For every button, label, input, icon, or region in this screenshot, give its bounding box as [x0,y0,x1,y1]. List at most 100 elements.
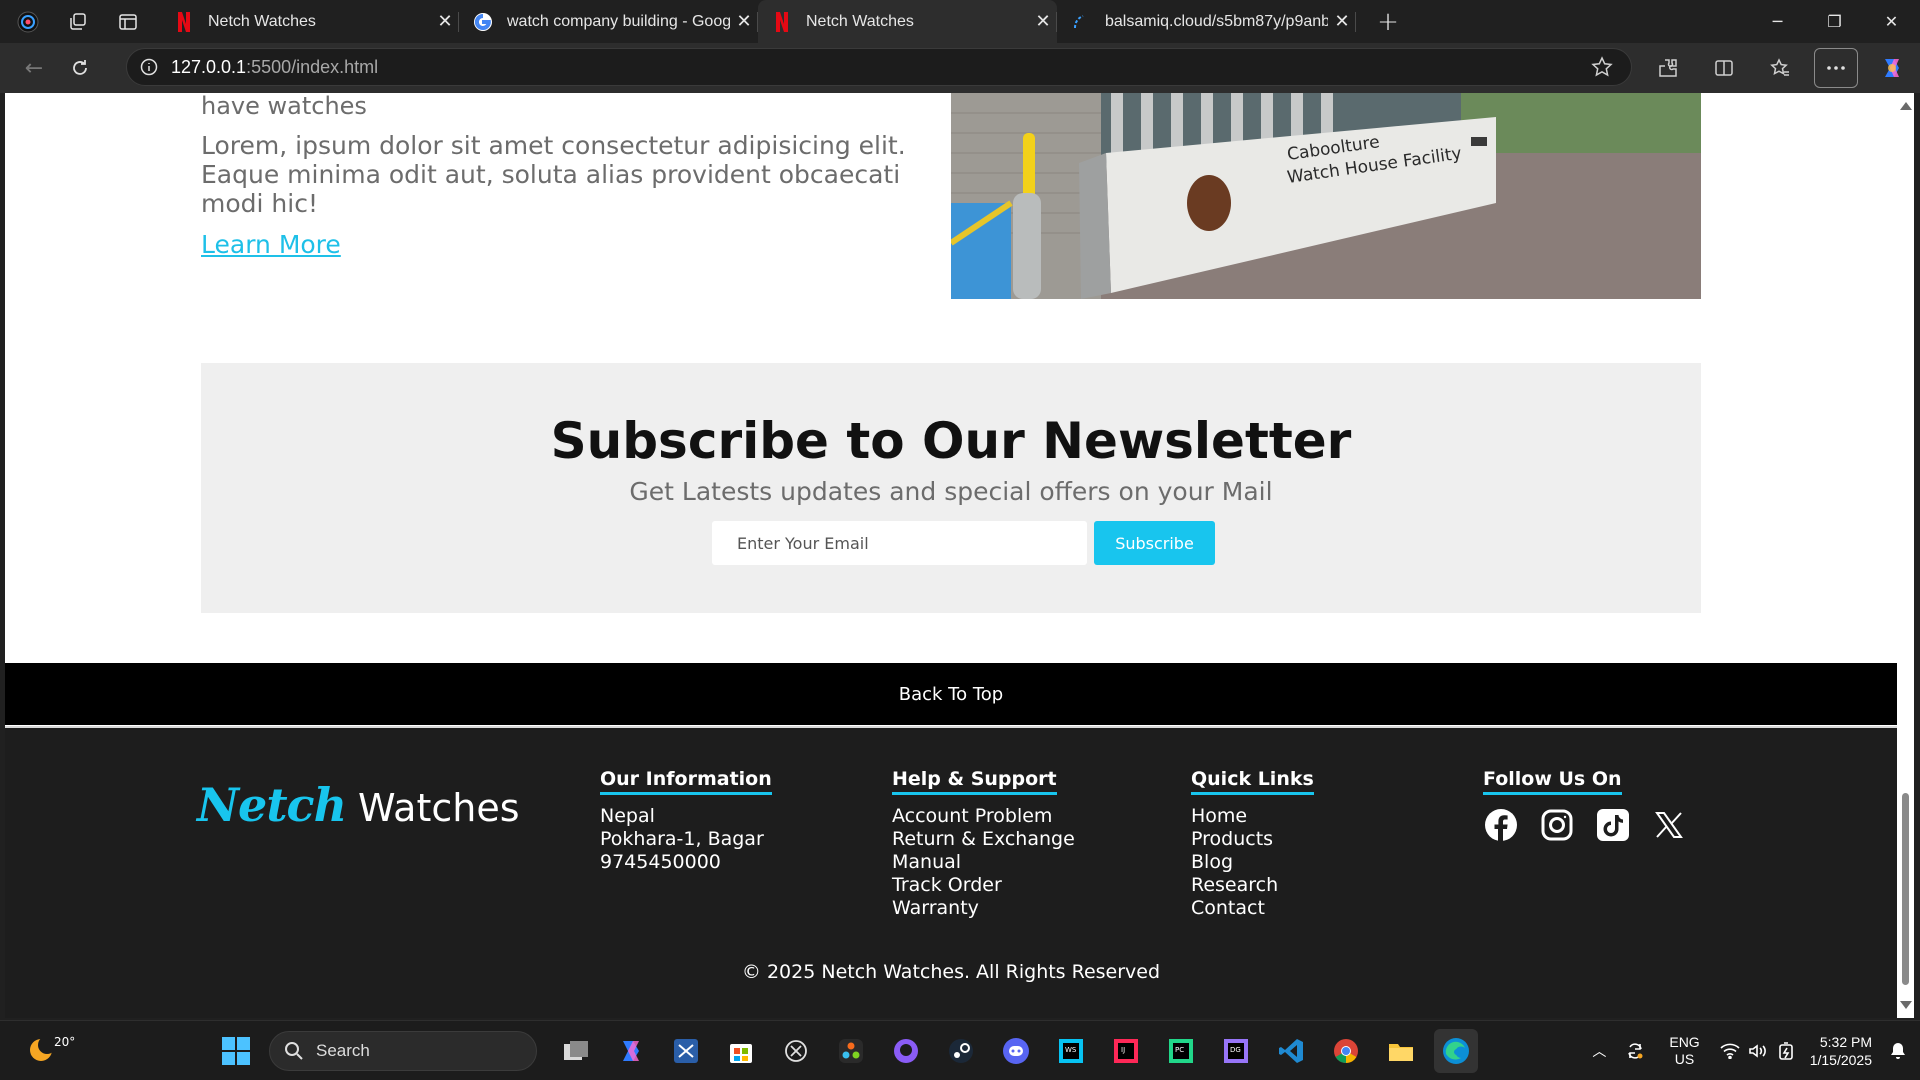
split-screen-icon[interactable] [1702,48,1746,88]
brand-word: Watches [358,786,520,830]
x-icon[interactable] [1651,807,1687,843]
tab-bar-leading-buttons [0,0,160,43]
tab-balsamiq[interactable]: balsamiq.cloud/s5bm87y/p9anb2 ✕ [1057,0,1356,43]
wifi-icon[interactable] [1716,1043,1744,1059]
sync-icon[interactable] [1617,1041,1653,1061]
info-phone: 9745450000 [600,851,721,873]
steam-icon[interactable] [939,1029,983,1073]
lang-region: US [1674,1051,1695,1067]
discord-icon[interactable] [994,1029,1038,1073]
task-view-icon[interactable] [554,1029,598,1073]
back-to-top-button[interactable]: Back To Top [5,663,1897,725]
site-info-icon[interactable] [127,58,171,76]
favorite-star-icon[interactable] [1591,56,1613,83]
newsletter-title: Subscribe to Our Newsletter [550,412,1352,470]
newsletter-section: Subscribe to Our Newsletter Get Latests … [201,363,1701,613]
search-icon [285,1042,303,1060]
copilot-app-icon[interactable] [609,1029,653,1073]
clock[interactable]: 5:32 PM 1/15/2025 [1810,1033,1872,1069]
footer-link-home[interactable]: Home [1191,805,1314,828]
windows-start-icon[interactable] [214,1029,258,1073]
github-desktop-icon[interactable] [884,1029,928,1073]
footer-link-research[interactable]: Research [1191,874,1314,897]
footer-link-warranty[interactable]: Warranty [892,897,1075,920]
system-tray: ︿ ENG US 5:32 PM 1/15/2025 [1581,1021,1920,1080]
svg-text:PC: PC [1175,1046,1184,1054]
site-footer: Netch Watches Our Information Nepal Pokh… [5,726,1897,1018]
notification-bell-icon[interactable] [1886,1042,1910,1060]
tab-netch-watches-active[interactable]: Netch Watches ✕ [758,0,1057,43]
newsletter-subtitle: Get Latests updates and special offers o… [629,477,1273,506]
favorites-icon[interactable] [1758,48,1802,88]
datagrip-icon[interactable]: DG [1214,1029,1258,1073]
close-icon[interactable]: ✕ [431,11,459,32]
file-explorer-icon[interactable] [1379,1029,1423,1073]
minimize-icon[interactable]: ─ [1749,0,1806,43]
url-path: :5500/index.html [246,56,379,77]
tab-google-search[interactable]: watch company building - Google ✕ [459,0,758,43]
close-icon[interactable]: ✕ [1029,11,1057,32]
chatgpt-icon[interactable] [774,1029,818,1073]
weather-widget[interactable]: 20° [26,1033,75,1065]
footer-link-blog[interactable]: Blog [1191,851,1314,874]
chevron-up-icon[interactable]: ︿ [1581,1041,1617,1061]
ms-store-icon[interactable] [719,1029,763,1073]
workspaces-icon[interactable] [64,8,92,36]
learn-more-link[interactable]: Learn More [201,230,341,259]
close-icon[interactable]: ✕ [730,11,758,32]
info-address: Pokhara-1, Bagar [600,828,764,850]
email-input[interactable]: Enter Your Email [712,521,1087,565]
footer-link-account-problem[interactable]: Account Problem [892,805,1075,828]
restore-icon[interactable]: ❐ [1806,0,1863,43]
chrome-icon[interactable] [1324,1029,1368,1073]
address-bar[interactable]: 127.0.0.1:5500/index.html [126,48,1632,86]
snipping-tool-icon[interactable] [664,1029,708,1073]
pycharm-icon[interactable]: PC [1159,1029,1203,1073]
newsletter-form: Enter Your Email Subscribe [712,521,1215,565]
edge-icon[interactable] [1434,1029,1478,1073]
facebook-icon[interactable] [1483,807,1519,843]
instagram-icon[interactable] [1539,807,1575,843]
info-country: Nepal [600,805,655,827]
close-icon[interactable]: ✕ [1328,11,1356,32]
webstorm-icon[interactable]: WS [1049,1029,1093,1073]
taskbar-search[interactable]: Search [269,1031,537,1071]
footer-link-track-order[interactable]: Track Order [892,874,1075,897]
balsamiq-icon [1071,12,1091,32]
google-g-icon [473,12,493,32]
intellij-icon[interactable]: IJ [1104,1029,1148,1073]
svg-text:DG: DG [1230,1046,1241,1054]
tab-title: Netch Watches [208,12,316,30]
footer-link-return-exchange[interactable]: Return & Exchange [892,828,1075,851]
davinci-resolve-icon[interactable] [829,1029,873,1073]
page-scrollbar[interactable] [1897,93,1914,1018]
tab-actions-icon[interactable] [114,8,142,36]
new-tab-button[interactable]: + [1368,7,1408,37]
profile-icon[interactable] [14,8,42,36]
extensions-icon[interactable] [1646,48,1690,88]
footer-heading: Help & Support [892,768,1057,795]
tab-title: watch company building - Google [507,12,730,30]
footer-link-contact[interactable]: Contact [1191,897,1314,920]
more-options-icon[interactable] [1814,48,1858,88]
refresh-icon[interactable] [58,48,102,88]
vscode-icon[interactable] [1269,1029,1313,1073]
scroll-up-arrow-icon[interactable] [1900,102,1912,110]
tiktok-icon[interactable] [1595,807,1631,843]
tab-netch-watches-1[interactable]: Netch Watches ✕ [160,0,459,43]
footer-link-products[interactable]: Products [1191,828,1314,851]
scrollbar-thumb[interactable] [1902,793,1909,985]
footer-col-help: Help & Support Account Problem Return & … [892,768,1075,920]
subscribe-button[interactable]: Subscribe [1094,521,1215,565]
back-arrow-icon[interactable]: ← [12,48,56,88]
battery-icon[interactable] [1772,1042,1800,1060]
volume-icon[interactable] [1744,1043,1772,1059]
footer-logo[interactable]: Netch Watches [197,778,520,832]
window-controls: ─ ❐ ✕ [1749,0,1920,43]
language-indicator[interactable]: ENG US [1669,1034,1699,1068]
window-close-icon[interactable]: ✕ [1863,0,1920,43]
copilot-icon[interactable] [1870,48,1914,88]
taskbar-apps: Search WS IJ PC DG [214,1029,1478,1073]
scroll-down-arrow-icon[interactable] [1900,1001,1912,1009]
footer-link-manual[interactable]: Manual [892,851,1075,874]
